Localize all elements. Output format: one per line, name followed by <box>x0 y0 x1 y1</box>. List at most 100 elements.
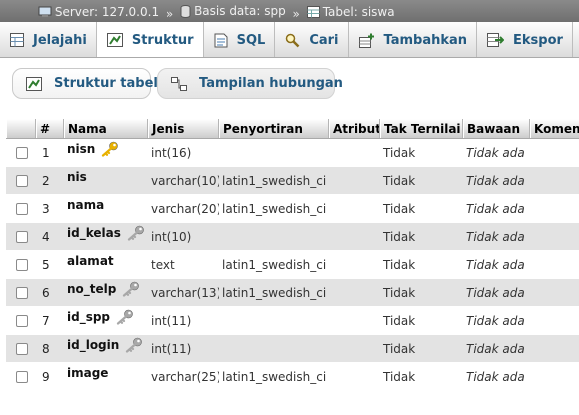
column-null: Tidak <box>383 257 416 272</box>
table-row: 9 image varchar(25) latin1_swedish_ci Tidak T… <box>6 363 579 391</box>
table-row: 6 no_telp varchar(13) latin1_swedish_ci Tida… <box>6 279 579 307</box>
tab-browse[interactable]: Jelajahi <box>0 22 97 57</box>
main-tabs: Jelajahi Struktur SQL Cari Tambahkan Eks… <box>0 22 579 58</box>
header-collation[interactable]: Penyortiran <box>219 119 329 138</box>
tab-sql[interactable]: SQL <box>204 22 276 57</box>
row-number: 9 <box>42 369 50 384</box>
column-collation: latin1_swedish_ci <box>222 173 327 188</box>
column-name: no_telp <box>67 281 117 296</box>
row-checkbox[interactable] <box>16 314 28 327</box>
table-row: 8 id_login int(11) Tidak Tidak ada <box>6 335 579 363</box>
row-number: 3 <box>42 201 50 216</box>
row-checkbox-cell <box>6 202 36 215</box>
column-name: alamat <box>67 253 114 268</box>
row-number: 1 <box>42 145 50 160</box>
column-name-cell: no_telp <box>64 281 148 297</box>
table-row: 7 id_spp int(11) Tidak Tidak ada <box>6 307 579 335</box>
structure-icon <box>106 33 123 47</box>
server-icon <box>38 6 52 17</box>
column-null: Tidak <box>383 145 416 160</box>
row-checkbox[interactable] <box>16 202 28 215</box>
column-type: varchar(10) <box>151 173 219 188</box>
row-checkbox[interactable] <box>16 370 28 383</box>
table-icon <box>306 5 320 18</box>
row-number: 6 <box>42 285 50 300</box>
database-icon <box>180 4 191 18</box>
insert-icon <box>358 33 375 48</box>
tab-more[interactable] <box>573 22 579 57</box>
tab-insert[interactable]: Tambahkan <box>349 22 478 57</box>
row-checkbox[interactable] <box>16 230 28 243</box>
column-name: id_spp <box>67 309 111 324</box>
header-default[interactable]: Bawaan <box>463 119 530 138</box>
column-type: text <box>151 257 175 272</box>
subtab-table-structure[interactable]: Struktur tabel <box>12 68 158 99</box>
row-checkbox[interactable] <box>16 258 28 271</box>
breadcrumb-database-link[interactable]: Basis data: spp <box>180 0 286 22</box>
header-attributes[interactable]: Atribut <box>329 119 380 138</box>
column-collation: latin1_swedish_ci <box>222 201 327 216</box>
column-null: Tidak <box>383 229 416 244</box>
column-name-cell: nis <box>64 170 148 184</box>
column-null: Tidak <box>383 369 416 384</box>
row-checkbox-cell <box>6 230 36 243</box>
header-number: # <box>36 119 64 138</box>
row-number: 2 <box>42 173 50 188</box>
column-default: Tidak ada <box>466 173 525 188</box>
row-checkbox-cell <box>6 314 36 327</box>
browse-icon <box>10 33 24 47</box>
row-checkbox[interactable] <box>16 146 28 159</box>
column-name-cell: id_login <box>64 337 148 353</box>
column-collation: latin1_swedish_ci <box>222 369 327 384</box>
column-null: Tidak <box>383 173 416 188</box>
column-name-cell: alamat <box>64 254 148 268</box>
column-default: Tidak ada <box>466 341 525 356</box>
column-collation: latin1_swedish_ci <box>222 285 327 300</box>
header-type[interactable]: Jenis <box>148 119 219 138</box>
primary-key-icon <box>101 141 119 157</box>
row-number: 8 <box>42 341 50 356</box>
row-checkbox[interactable] <box>16 342 28 355</box>
index-key-icon <box>125 337 143 353</box>
column-name: nisn <box>67 141 96 156</box>
header-null[interactable]: Tak Ternilai <box>380 119 463 138</box>
column-default: Tidak ada <box>466 369 525 384</box>
column-default: Tidak ada <box>466 145 525 160</box>
header-name[interactable]: Nama <box>64 119 148 138</box>
row-checkbox-cell <box>6 146 36 159</box>
table-row: 1 nisn int(16) Tidak Tidak ada <box>6 139 579 167</box>
table-row: 3 nama varchar(20) latin1_swedish_ci Tidak Ti… <box>6 195 579 223</box>
column-null: Tidak <box>383 313 416 328</box>
breadcrumb: Server: 127.0.0.1 » Basis data: spp » Ta… <box>0 0 579 22</box>
column-name: nis <box>67 169 87 184</box>
column-null: Tidak <box>383 201 416 216</box>
column-type: varchar(20) <box>151 201 219 216</box>
subtab-relation-view[interactable]: Tampilan hubungan <box>157 68 343 99</box>
tab-export[interactable]: Ekspor <box>477 22 573 57</box>
column-type: varchar(13) <box>151 285 219 300</box>
breadcrumb-server-link[interactable]: Server: 127.0.0.1 <box>38 1 159 23</box>
row-checkbox-cell <box>6 286 36 299</box>
breadcrumb-table-link[interactable]: Tabel: siswa <box>306 1 395 23</box>
index-key-icon <box>127 225 145 241</box>
row-checkbox[interactable] <box>16 286 28 299</box>
header-comments[interactable]: Komentar <box>530 119 579 138</box>
row-number: 7 <box>42 313 50 328</box>
column-name-cell: nama <box>64 198 148 212</box>
search-icon <box>285 33 300 48</box>
column-type: int(11) <box>151 313 192 328</box>
table-row: 2 nis varchar(10) latin1_swedish_ci Tidak Tid… <box>6 167 579 195</box>
column-default: Tidak ada <box>466 229 525 244</box>
column-name: id_login <box>67 337 120 352</box>
tab-search[interactable]: Cari <box>275 22 349 57</box>
column-type: varchar(25) <box>151 369 219 384</box>
column-name: image <box>67 365 109 380</box>
row-checkbox-cell <box>6 258 36 271</box>
table-header: # Nama Jenis Penyortiran Atribut Tak Ter… <box>6 119 579 139</box>
column-name-cell: id_kelas <box>64 225 148 241</box>
column-null: Tidak <box>383 341 416 356</box>
column-name-cell: id_spp <box>64 309 148 325</box>
column-name: id_kelas <box>67 225 121 240</box>
row-checkbox[interactable] <box>16 174 28 187</box>
tab-structure[interactable]: Struktur <box>96 22 204 57</box>
